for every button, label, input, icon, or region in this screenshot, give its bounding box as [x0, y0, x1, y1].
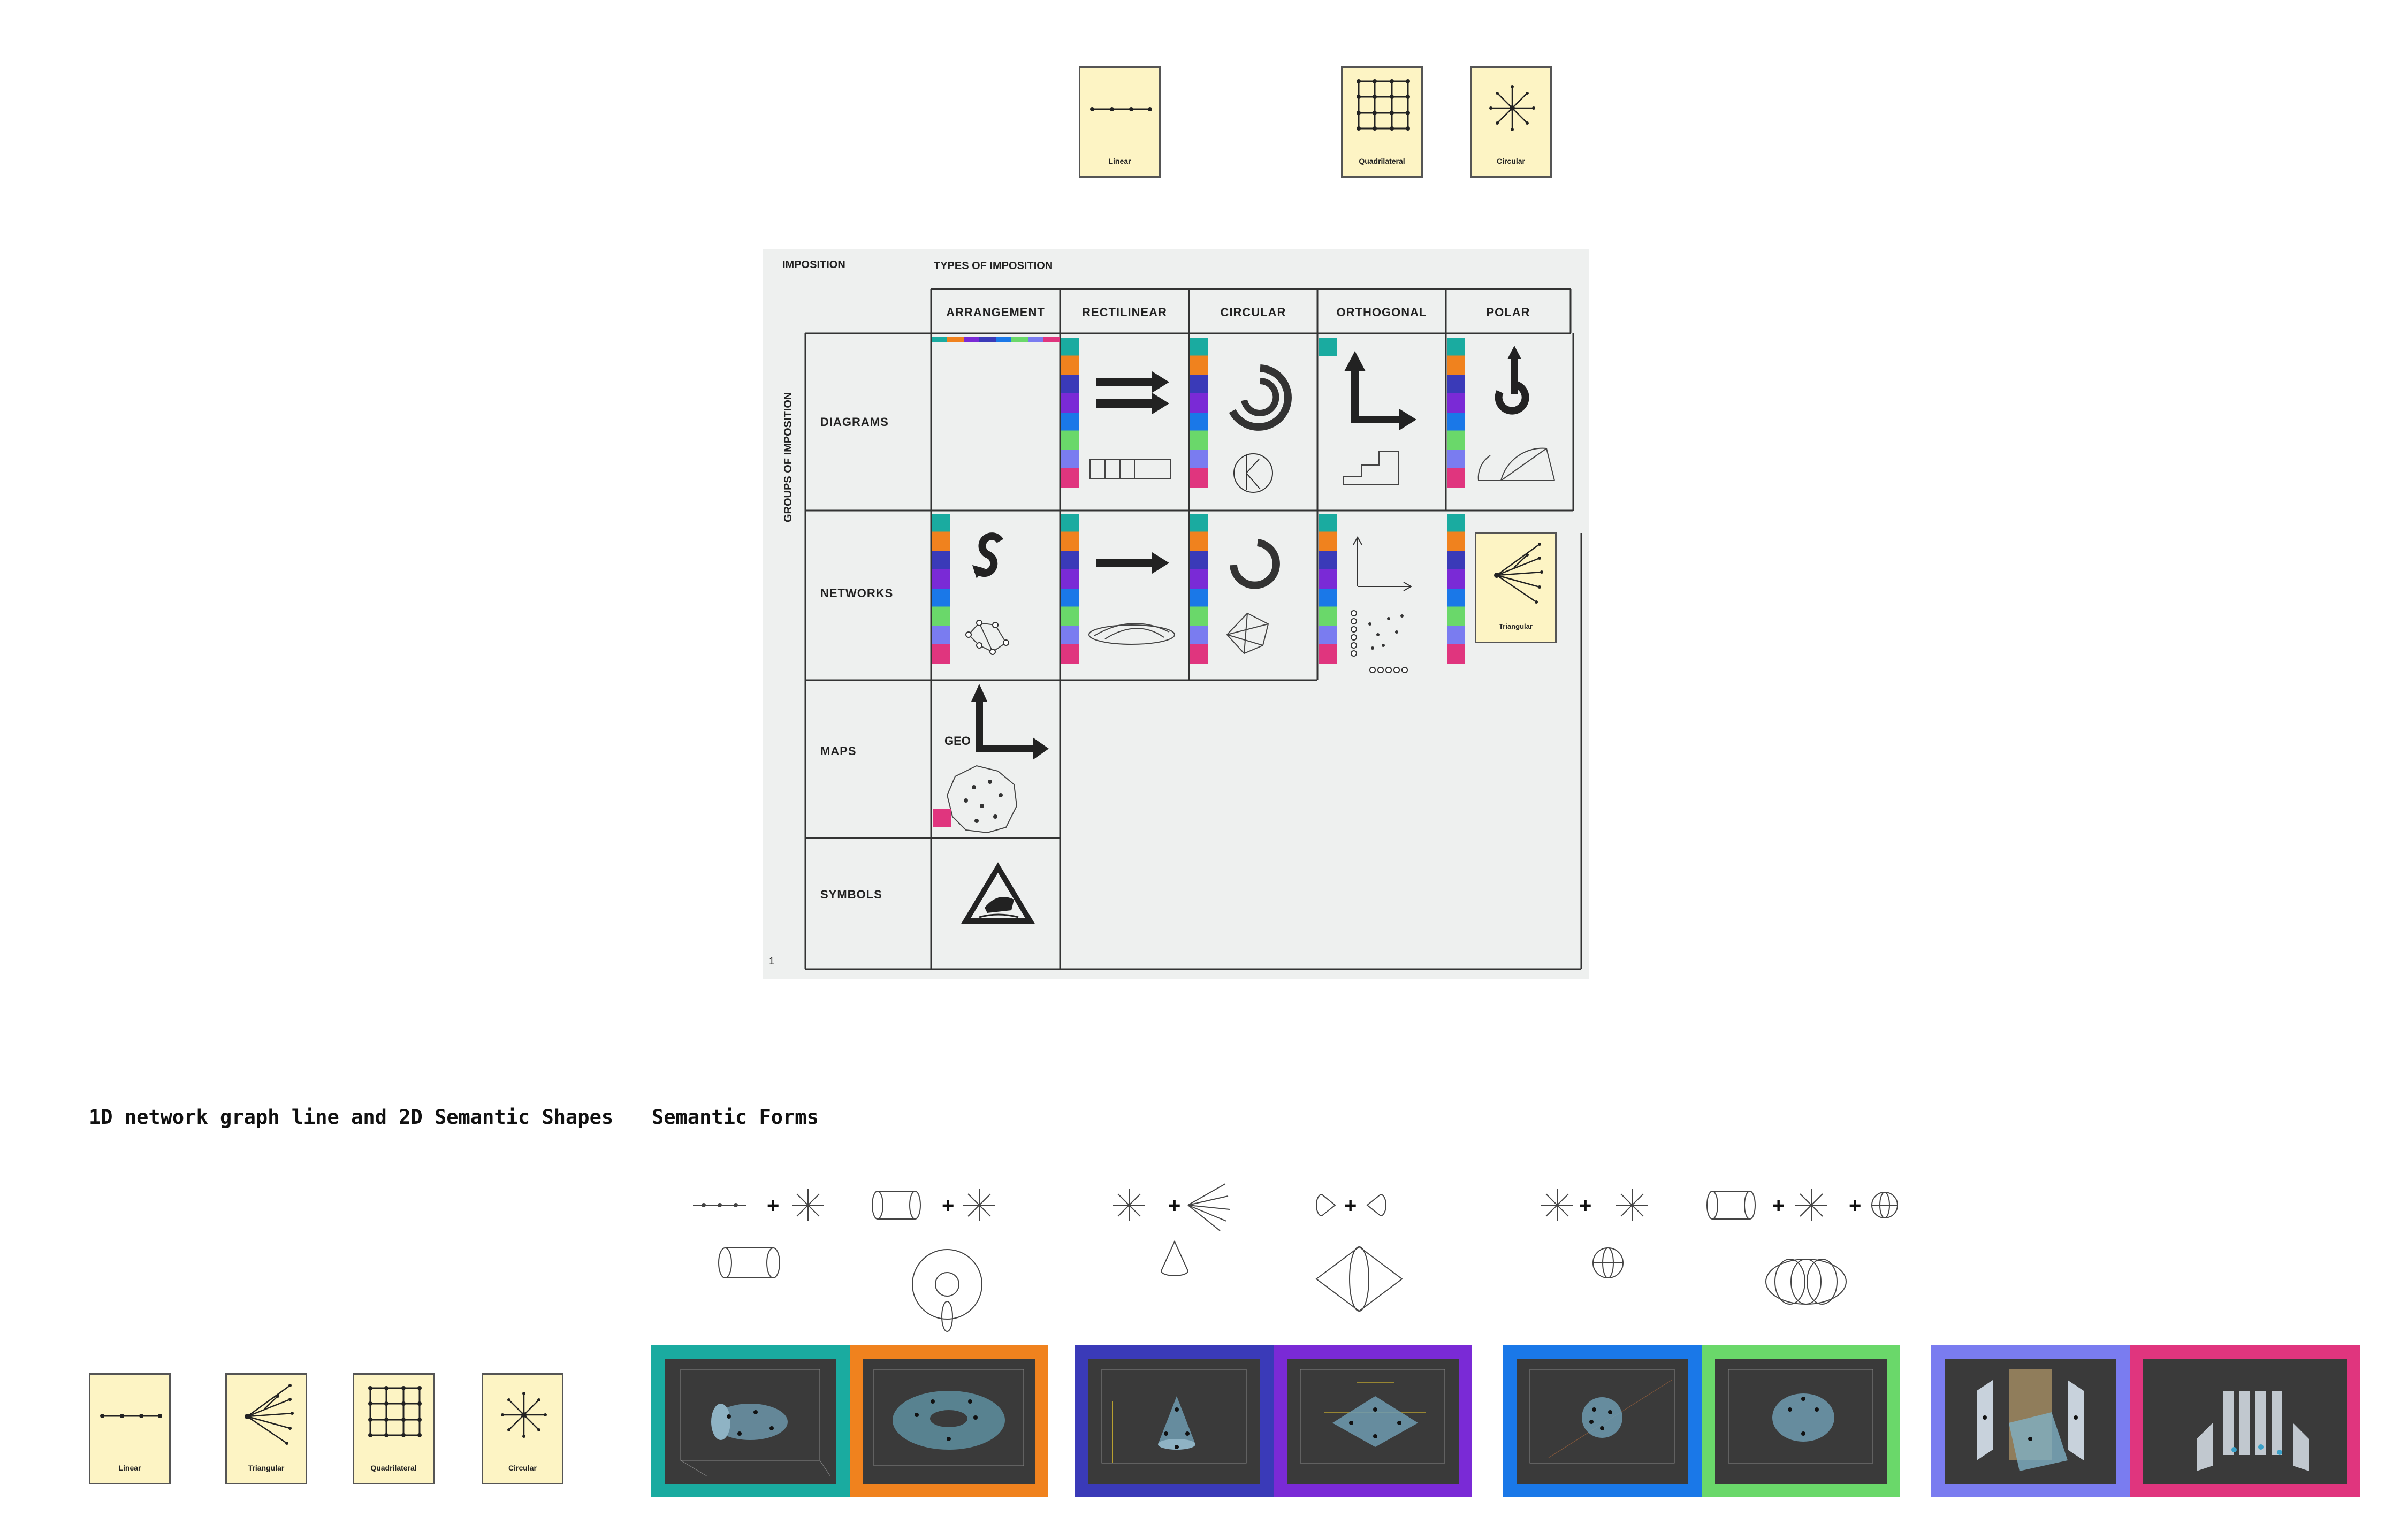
render-planes — [1931, 1345, 2130, 1497]
bottom-card-linear: Linear — [89, 1373, 171, 1484]
side-label: GROUPS OF IMPOSITION — [782, 392, 794, 522]
render-torus — [850, 1345, 1048, 1497]
top-card-quadrilateral: Quadrilateral — [1341, 66, 1423, 178]
circular-star-icon — [1795, 1189, 1827, 1221]
color-bar-networks-orthogonal — [1319, 514, 1337, 664]
card-label: Quadrilateral — [1359, 157, 1405, 165]
cone-network-render — [1158, 1396, 1195, 1450]
circular-star-icon — [1113, 1189, 1145, 1221]
rectilinear-diagram-arrows — [1096, 371, 1169, 414]
render-cylinder — [651, 1345, 850, 1497]
pillars-network-render — [2197, 1391, 2309, 1471]
svg-text:+: + — [1849, 1194, 1861, 1217]
page-number: 1 — [769, 956, 775, 966]
card-label: Triangular — [1499, 622, 1533, 630]
bottom-card-quadrilateral: Quadrilateral — [353, 1373, 435, 1484]
svg-text:+: + — [1344, 1194, 1357, 1217]
cone-icon — [1160, 1240, 1189, 1276]
render-bicone — [1274, 1345, 1472, 1497]
cylinder-icon — [872, 1191, 921, 1220]
top-card-linear: Linear — [1079, 66, 1161, 178]
inset-card-triangular: Triangular — [1475, 532, 1557, 643]
card-label: Triangular — [248, 1464, 285, 1472]
bicone-network-render — [1332, 1396, 1418, 1447]
top-card-circular: Circular — [1470, 66, 1552, 178]
row-symbols: SYMBOLS — [820, 888, 882, 901]
card-label: Circular — [1497, 157, 1525, 165]
cylinder-icon — [1706, 1191, 1756, 1220]
render-spindle — [1702, 1345, 1900, 1497]
color-bar-networks-polar — [1447, 514, 1465, 664]
linear-icon — [693, 1203, 746, 1207]
bottom-card-triangular: Triangular — [225, 1373, 307, 1484]
circular-star-icon — [1616, 1189, 1648, 1221]
color-square-diagrams-orthogonal — [1319, 338, 1337, 356]
render-pillars — [2130, 1345, 2360, 1497]
section-title-forms: Semantic Forms — [652, 1106, 819, 1129]
sphere-icon — [1871, 1192, 1898, 1218]
svg-text:+: + — [1579, 1194, 1591, 1217]
card-label: Linear — [1108, 157, 1131, 165]
header-types: TYPES OF IMPOSITION — [934, 260, 1053, 272]
section-title-shapes: 1D network graph line and 2D Semantic Sh… — [89, 1106, 614, 1129]
torus-icon — [912, 1249, 982, 1332]
color-bar-diagrams-circular — [1190, 338, 1208, 488]
column-arrangement: ARRANGEMENT — [946, 306, 1045, 319]
row-networks: NETWORKS — [820, 586, 894, 600]
card-label: Linear — [118, 1464, 141, 1472]
color-square-maps — [933, 809, 951, 827]
svg-text:+: + — [1772, 1194, 1785, 1217]
card-label: Circular — [508, 1464, 537, 1472]
color-bar-diagrams-polar — [1447, 338, 1465, 488]
color-bar-networks-arrangement — [932, 514, 950, 664]
imposition-figure: Triangular IMPOSITION TYPES OF IMPOSITIO… — [763, 249, 1589, 979]
row-diagrams: DIAGRAMS — [820, 415, 889, 429]
planes-network-render — [1977, 1369, 2084, 1471]
cylinder-network-render — [711, 1404, 788, 1440]
arrangement-color-strip — [932, 337, 1060, 342]
svg-text:+: + — [767, 1194, 779, 1217]
cylinder-icon — [718, 1247, 780, 1278]
color-bar-networks-rectilinear — [1061, 514, 1079, 664]
card-label: Quadrilateral — [370, 1464, 417, 1472]
column-rectilinear: RECTILINEAR — [1082, 306, 1167, 319]
color-bar-diagrams-rectilinear — [1061, 338, 1079, 488]
column-orthogonal: ORTHOGONAL — [1336, 306, 1427, 319]
triangular-tree-icon — [1187, 1183, 1230, 1231]
render-sphere — [1503, 1345, 1702, 1497]
bicone-icon — [1315, 1246, 1403, 1312]
semantic-form-formulas: + + + + + + + — [693, 1183, 1898, 1332]
svg-text:+: + — [1168, 1194, 1180, 1217]
column-polar: POLAR — [1486, 306, 1530, 319]
svg-text:+: + — [942, 1194, 954, 1217]
bottom-card-circular: Circular — [482, 1373, 563, 1484]
column-circular: CIRCULAR — [1220, 306, 1286, 319]
row-maps: MAPS — [820, 744, 857, 758]
render-cone — [1075, 1345, 1274, 1497]
circular-star-icon — [963, 1189, 995, 1221]
spindle-icon — [1765, 1259, 1847, 1305]
color-bar-networks-circular — [1190, 514, 1208, 664]
header-imposition: IMPOSITION — [782, 259, 845, 271]
figure-grid — [804, 288, 1582, 970]
circular-star-icon — [1541, 1189, 1573, 1221]
sphere-network-render — [1582, 1397, 1622, 1438]
geo-label: GEO — [944, 734, 971, 748]
sphere-icon — [1592, 1247, 1624, 1278]
circular-star-icon — [792, 1189, 824, 1221]
